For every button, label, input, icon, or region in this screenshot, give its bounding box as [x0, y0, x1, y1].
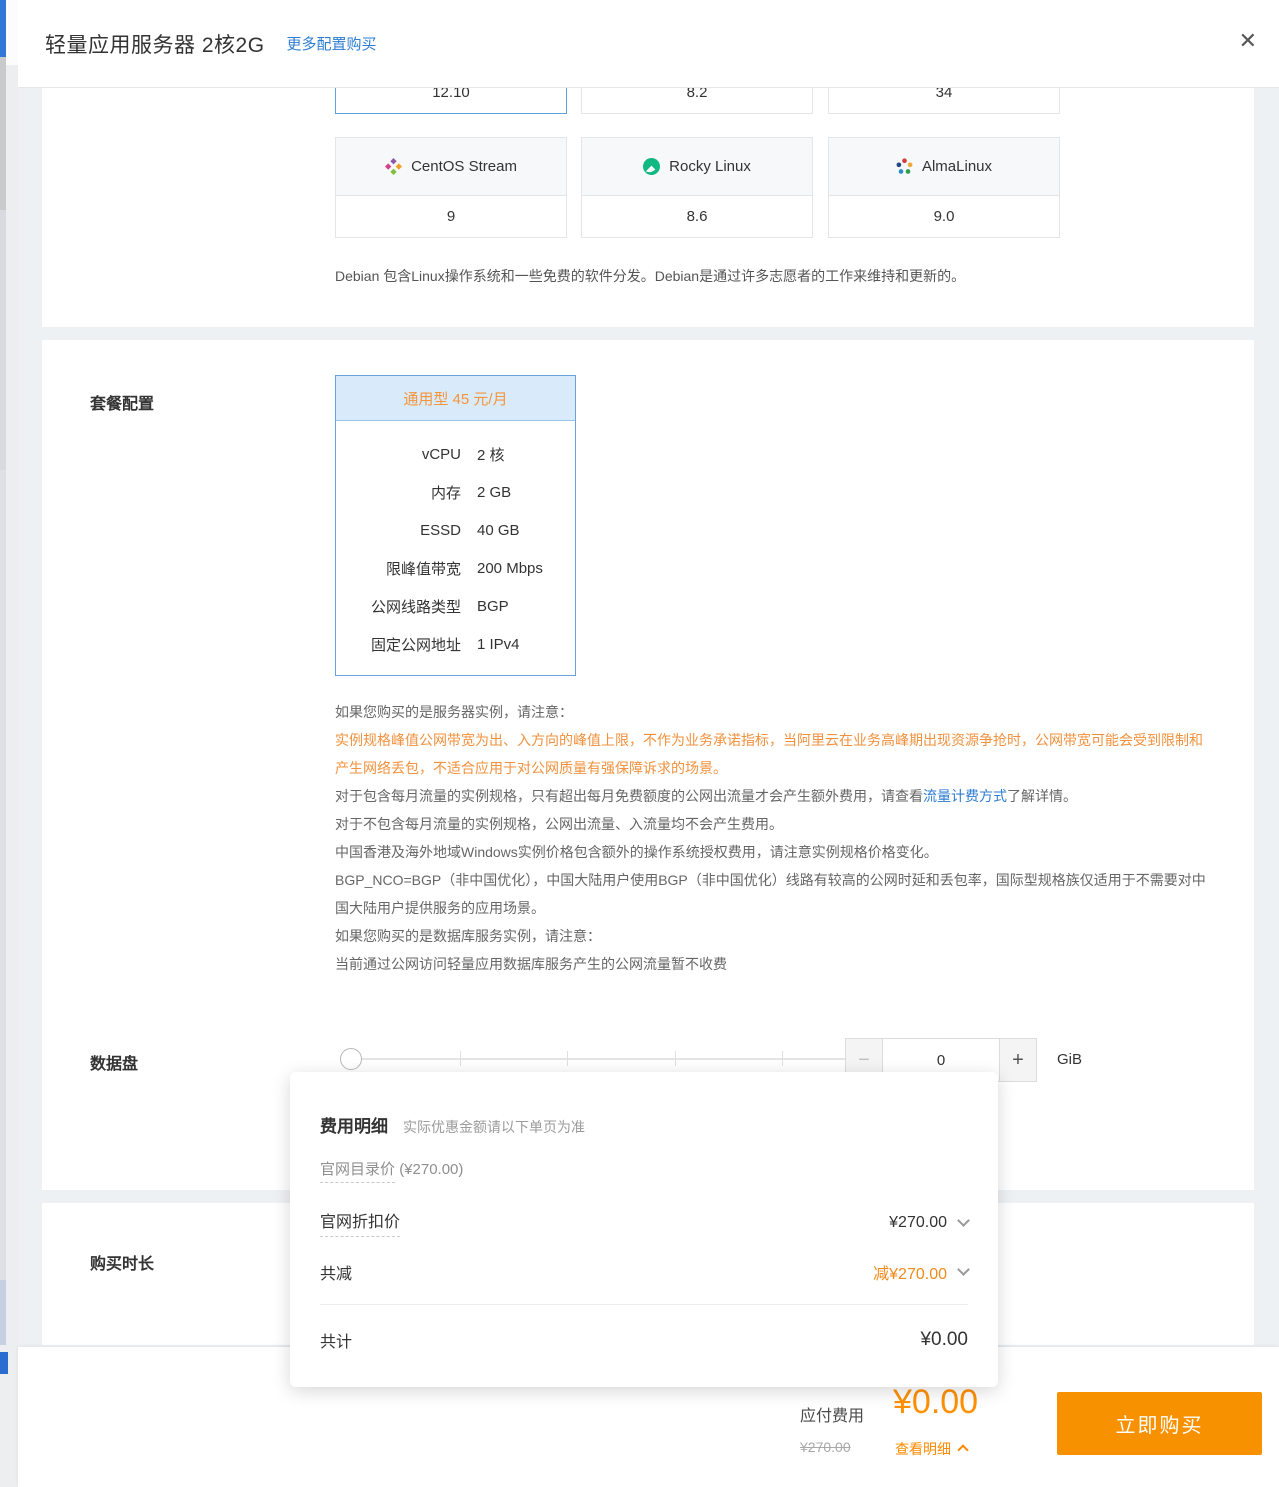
- more-config-link[interactable]: 更多配置购买: [287, 33, 377, 54]
- note-line: 如果您购买的是数据库服务实例，请注意：: [335, 922, 1207, 950]
- page-bg-block: [0, 1352, 8, 1374]
- os-section: 12.10 CentOS Stream 9 8.2 Rocky Linux: [42, 88, 1254, 327]
- os-version-centos[interactable]: 9: [335, 195, 567, 238]
- plan-card-header: 通用型 45 元/月: [336, 376, 575, 421]
- payable-label: 应付费用: [800, 1402, 864, 1426]
- os-description: Debian 包含Linux操作系统和一些免费的软件分发。Debian是通过许多…: [335, 266, 1215, 286]
- chevron-up-icon: [957, 1444, 968, 1455]
- original-price: ¥270.00: [800, 1439, 851, 1455]
- discount-price-label: 官网折扣价: [320, 1208, 400, 1237]
- spec-row-bandwidth: 限峰值带宽 200 Mbps: [336, 549, 575, 587]
- data-disk-label: 数据盘: [90, 1050, 138, 1074]
- total-reduction-row: 共减 减¥270.00: [320, 1260, 968, 1284]
- grand-total-label: 共计: [320, 1328, 352, 1352]
- duration-section-label: 购买时长: [90, 1250, 154, 1274]
- page-bg-block: [0, 470, 6, 1280]
- centos-icon: [385, 158, 402, 175]
- page-bg-block: [6, 0, 18, 65]
- total-reduction-value[interactable]: 减¥270.00: [873, 1260, 968, 1284]
- os-name-label: Rocky Linux: [669, 158, 751, 175]
- disk-slider-handle[interactable]: [340, 1048, 362, 1070]
- os-card-centos-stream[interactable]: CentOS Stream: [335, 137, 567, 196]
- os-name-label: AlmaLinux: [922, 158, 992, 175]
- total-reduction-label: 共减: [320, 1260, 352, 1284]
- plan-card-general[interactable]: 通用型 45 元/月 vCPU 2 核 内存 2 GB ESSD 40 GB 限…: [335, 375, 576, 676]
- spec-row-public-ip: 固定公网地址 1 IPv4: [336, 625, 575, 663]
- rocky-linux-icon: [643, 158, 660, 175]
- discount-price-row: 官网折扣价 ¥270.00: [320, 1208, 968, 1237]
- os-name-label: CentOS Stream: [411, 158, 517, 175]
- spec-row-essd: ESSD 40 GB: [336, 511, 575, 549]
- chevron-down-icon: [957, 1214, 970, 1227]
- fee-popup-title: 费用明细: [320, 1112, 388, 1137]
- chevron-down-icon: [957, 1263, 970, 1276]
- package-section-label: 套餐配置: [90, 390, 154, 414]
- note-line: 当前通过公网访问轻量应用数据库服务产生的公网流量暂不收费: [335, 950, 1207, 978]
- note-line: 中国香港及海外地域Windows实例价格包含额外的操作系统授权费用，请注意实例规…: [335, 838, 1207, 866]
- fee-popup-header: 费用明细 实际优惠金额请以下单页为准: [320, 1112, 585, 1137]
- list-price-row: 官网目录价 (¥270.00): [320, 1158, 968, 1179]
- os-card-almalinux[interactable]: AlmaLinux: [828, 137, 1060, 196]
- spec-row-line-type: 公网线路类型 BGP: [336, 587, 575, 625]
- dialog-title: 轻量应用服务器 2核2G: [45, 29, 265, 59]
- note-line: 对于不包含每月流量的实例规格，公网出流量、入流量均不会产生费用。: [335, 810, 1207, 838]
- note-line: 如果您购买的是服务器实例，请注意：: [335, 698, 1207, 726]
- popup-divider: [320, 1304, 968, 1305]
- almalinux-icon: [896, 158, 913, 175]
- os-version-cell-cut[interactable]: 34: [828, 88, 1060, 114]
- list-price-value: (¥270.00): [399, 1161, 463, 1178]
- page-background-strip: [0, 0, 18, 1487]
- traffic-billing-link[interactable]: 流量计费方式: [923, 788, 1007, 804]
- os-version-cell-cut[interactable]: 12.10: [335, 88, 567, 114]
- os-version-alma[interactable]: 9.0: [828, 195, 1060, 238]
- fee-detail-popup: 费用明细 实际优惠金额请以下单页为准 官网目录价 (¥270.00) 官网折扣价…: [290, 1072, 998, 1387]
- disk-slider-track[interactable]: [351, 1058, 845, 1060]
- os-version-cell-cut[interactable]: 8.2: [581, 88, 813, 114]
- fee-popup-subtitle: 实际优惠金额请以下单页为准: [403, 1117, 585, 1137]
- plan-specs: vCPU 2 核 内存 2 GB ESSD 40 GB 限峰值带宽 200 Mb…: [336, 421, 575, 663]
- dialog-header: 轻量应用服务器 2核2G 更多配置购买 ✕: [18, 0, 1279, 88]
- page-bg-block: [0, 210, 6, 470]
- discount-price-value[interactable]: ¥270.00: [889, 1214, 968, 1232]
- payable-amount: ¥0.00: [893, 1383, 978, 1422]
- spec-row-vcpu: vCPU 2 核: [336, 435, 575, 473]
- stepper-plus-button[interactable]: +: [999, 1038, 1037, 1082]
- grand-total-row: 共计 ¥0.00: [320, 1328, 968, 1352]
- package-notes: 如果您购买的是服务器实例，请注意： 实例规格峰值公网带宽为出、入方向的峰值上限，…: [335, 698, 1207, 978]
- note-warning: 实例规格峰值公网带宽为出、入方向的峰值上限，不作为业务承诺指标，当阿里云在业务高…: [335, 726, 1207, 782]
- list-price-label: 官网目录价: [320, 1161, 395, 1183]
- view-detail-link[interactable]: 查看明细: [895, 1439, 967, 1459]
- disk-unit-label: GiB: [1057, 1051, 1082, 1068]
- package-section: 套餐配置 通用型 45 元/月 vCPU 2 核 内存 2 GB ESSD 40…: [42, 340, 1254, 1190]
- close-icon[interactable]: ✕: [1239, 30, 1257, 52]
- page-bg-block: [0, 1280, 6, 1345]
- buy-now-button[interactable]: 立即购买: [1057, 1392, 1262, 1455]
- note-line: BGP_NCO=BGP（非中国优化），中国大陆用户使用BGP（非中国优化）线路有…: [335, 866, 1207, 922]
- spec-row-memory: 内存 2 GB: [336, 473, 575, 511]
- os-version-rocky[interactable]: 8.6: [581, 195, 813, 238]
- slider-tick: [675, 1051, 676, 1066]
- slider-tick: [460, 1051, 461, 1066]
- note-traffic: 对于包含每月流量的实例规格，只有超出每月免费额度的公网出流量才会产生额外费用，请…: [335, 782, 1207, 810]
- slider-tick: [782, 1051, 783, 1066]
- slider-tick: [567, 1051, 568, 1066]
- grand-total-value: ¥0.00: [920, 1329, 968, 1351]
- page-bg-block: [0, 57, 6, 210]
- os-card-rocky-linux[interactable]: Rocky Linux: [581, 137, 813, 196]
- page-bg-block: [0, 0, 6, 57]
